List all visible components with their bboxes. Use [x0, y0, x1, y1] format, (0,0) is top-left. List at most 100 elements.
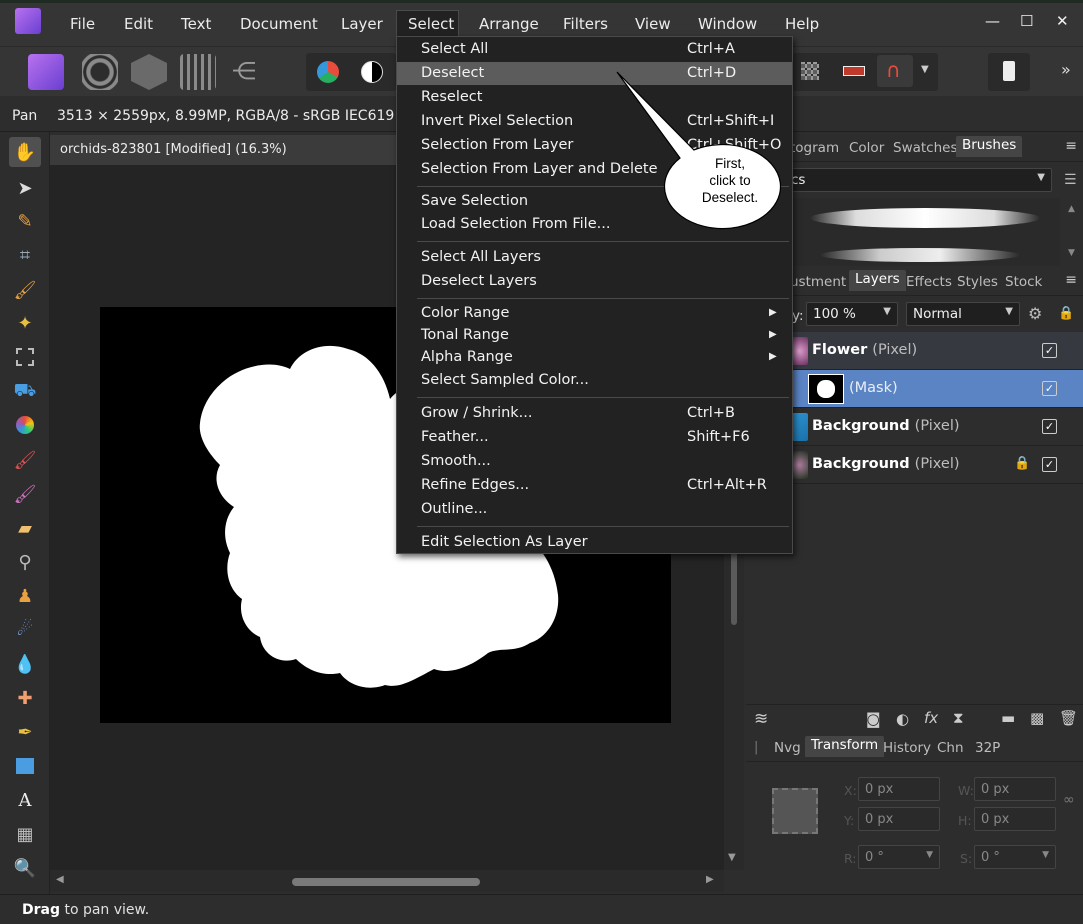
pixel-layer-icon[interactable]: ▩ [1030, 709, 1044, 727]
document-tab[interactable]: orchids-823801 [Modified] (16.3%) [50, 135, 396, 165]
blur-tool-icon[interactable]: 💧 [9, 649, 41, 679]
erase-brush-tool-icon[interactable]: ▰ [9, 513, 41, 543]
brush-category-select[interactable]: cs ▼ [784, 168, 1052, 192]
scroll-left-icon[interactable]: ◀ [56, 874, 64, 885]
zoom-tool-icon[interactable]: 🔍 [9, 853, 41, 883]
scroll-right-icon[interactable]: ▶ [706, 874, 714, 885]
tab-brushes[interactable]: Brushes [956, 136, 1023, 157]
tab-stock[interactable]: Stock [1005, 274, 1042, 290]
marquee-tool-icon[interactable] [9, 342, 41, 372]
gradient-tool-icon[interactable] [9, 410, 41, 440]
layer-visibility-checkbox[interactable]: ✓ [1042, 419, 1057, 434]
menu-item-select-all[interactable]: Select All Ctrl+A [397, 38, 792, 61]
menu-item-outline[interactable]: Outline... [397, 498, 792, 521]
tab-32p[interactable]: 32P [975, 740, 1000, 756]
tab-swatches[interactable]: Swatches [893, 140, 958, 156]
color-replacement-tool-icon[interactable]: 🖌 [9, 479, 41, 509]
auto-color-icon[interactable] [317, 61, 339, 83]
panel-menu-icon[interactable]: ≡ [1065, 138, 1077, 154]
export-persona-icon[interactable]: ⋲ [232, 57, 256, 85]
gear-icon[interactable]: ⚙ [1028, 304, 1042, 323]
menu-item-deselect-layers[interactable]: Deselect Layers [397, 270, 792, 293]
scroll-up-icon[interactable]: ▲ [1068, 204, 1075, 214]
link-icon[interactable]: ∞ [1063, 792, 1075, 808]
layer-visibility-checkbox[interactable]: ✓ [1042, 457, 1057, 472]
layers-stack-icon[interactable]: ≋ [754, 709, 768, 729]
menu-item-edit-selection-as-layer[interactable]: Edit Selection As Layer [397, 531, 792, 554]
w-field[interactable]: 0 px [974, 777, 1056, 801]
rectangle-tool-icon[interactable] [9, 751, 41, 781]
clone-tool-icon[interactable]: ♟ [9, 581, 41, 611]
menu-item-feather[interactable]: Feather... Shift+F6 [397, 426, 792, 449]
smudge-tool-icon[interactable]: ☄ [9, 614, 41, 644]
menu-item-select-sampled-color[interactable]: Select Sampled Color... [397, 369, 792, 392]
menu-layer[interactable]: Layer [341, 15, 383, 33]
brush-stroke-preview[interactable] [810, 208, 1040, 228]
tab-histogram[interactable]: togram [790, 140, 839, 156]
snapping-dropdown-icon[interactable]: ▼ [921, 64, 929, 75]
dodge-tool-icon[interactable]: ⚲ [9, 547, 41, 577]
vertical-scroll-thumb[interactable] [731, 550, 737, 625]
menu-item-deselect[interactable]: Deselect Ctrl+D [397, 62, 792, 85]
maximize-icon[interactable]: ☐ [1020, 12, 1033, 30]
mask-layer-icon[interactable]: ◙ [866, 710, 881, 728]
layer-row[interactable]: Background (Pixel) ✓ [746, 408, 1083, 446]
tab-effects[interactable]: Effects [906, 274, 952, 290]
horizontal-scrollbar[interactable]: ◀ ▶ [50, 870, 724, 892]
tab-adjustment[interactable]: ustment [790, 274, 846, 290]
menu-item-grow-shrink[interactable]: Grow / Shrink... Ctrl+B [397, 402, 792, 425]
panel-gripper-icon[interactable]: | [754, 740, 758, 755]
folder-icon[interactable]: ▬ [1001, 709, 1015, 727]
snapping-button[interactable]: ∩ [877, 55, 913, 87]
menu-window[interactable]: Window [698, 15, 757, 33]
x-field[interactable]: 0 px [858, 777, 940, 801]
mask-icon[interactable] [843, 66, 865, 76]
liquify-persona-icon[interactable] [82, 54, 118, 90]
tab-styles[interactable]: Styles [957, 274, 998, 290]
healing-tool-icon[interactable]: ✚ [9, 683, 41, 713]
menu-file[interactable]: File [70, 15, 95, 33]
menu-text[interactable]: Text [181, 15, 211, 33]
selection-brush-tool-icon[interactable]: 🖌 [9, 275, 41, 305]
brush-preview-list[interactable] [790, 198, 1060, 266]
y-field[interactable]: 0 px [858, 807, 940, 831]
tab-transform[interactable]: Transform [805, 736, 885, 757]
menu-arrange[interactable]: Arrange [479, 15, 539, 33]
layer-row[interactable]: Flower (Pixel) ✓ [746, 332, 1083, 370]
layer-visibility-checkbox[interactable]: ✓ [1042, 381, 1057, 396]
anchor-selector-icon[interactable] [772, 788, 818, 834]
menu-item-load-selection-from-file[interactable]: Load Selection From File... [397, 213, 792, 236]
brush-stroke-preview[interactable] [820, 248, 1020, 262]
flood-select-tool-icon[interactable]: ✦ [9, 308, 41, 338]
fx-icon[interactable]: fx [924, 709, 938, 727]
menu-edit[interactable]: Edit [124, 15, 153, 33]
tone-mapping-persona-icon[interactable] [180, 54, 216, 90]
tab-layers[interactable]: Layers [849, 270, 906, 291]
menu-item-invert-pixel-selection[interactable]: Invert Pixel Selection Ctrl+Shift+I [397, 110, 792, 133]
trash-icon[interactable]: 🗑 [1059, 709, 1078, 727]
crop-tool-icon[interactable]: ⌗ [9, 240, 41, 270]
menu-item-reselect[interactable]: Reselect [397, 86, 792, 109]
menu-item-tonal-range[interactable]: Tonal Range ▶ [397, 324, 792, 347]
move-tool-icon[interactable]: ➤ [9, 173, 41, 203]
photo-persona-icon[interactable] [28, 54, 64, 90]
artistic-text-tool-icon[interactable]: A [9, 785, 41, 815]
toolbar-overflow-icon[interactable]: » [1061, 60, 1071, 79]
assistant-icon[interactable] [1003, 61, 1015, 81]
rotation-field[interactable]: 0 ° ▼ [858, 845, 940, 869]
menu-help[interactable]: Help [785, 15, 819, 33]
menu-item-selection-from-layer-and-delete[interactable]: Selection From Layer and Delete [397, 158, 792, 181]
shear-field[interactable]: 0 ° ▼ [974, 845, 1056, 869]
pen-tool-icon[interactable]: ✒ [9, 717, 41, 747]
menu-item-color-range[interactable]: Color Range ▶ [397, 302, 792, 325]
blend-mode-select[interactable]: Normal ▼ [906, 302, 1020, 326]
live-filter-icon[interactable]: ⧗ [953, 709, 964, 727]
panel-menu-icon[interactable]: ≡ [1065, 272, 1077, 288]
opacity-select[interactable]: 100 % ▼ [806, 302, 898, 326]
close-icon[interactable]: ✕ [1056, 12, 1069, 30]
menu-item-selection-from-layer[interactable]: Selection From Layer Ctrl+Shift+O [397, 134, 792, 157]
flood-fill-tool-icon[interactable]: ⛟ [9, 377, 41, 407]
tab-history[interactable]: History [883, 740, 931, 756]
layer-row[interactable]: Background (Pixel) 🔒 ✓ [746, 446, 1083, 484]
list-view-icon[interactable]: ☰ [1064, 172, 1077, 188]
